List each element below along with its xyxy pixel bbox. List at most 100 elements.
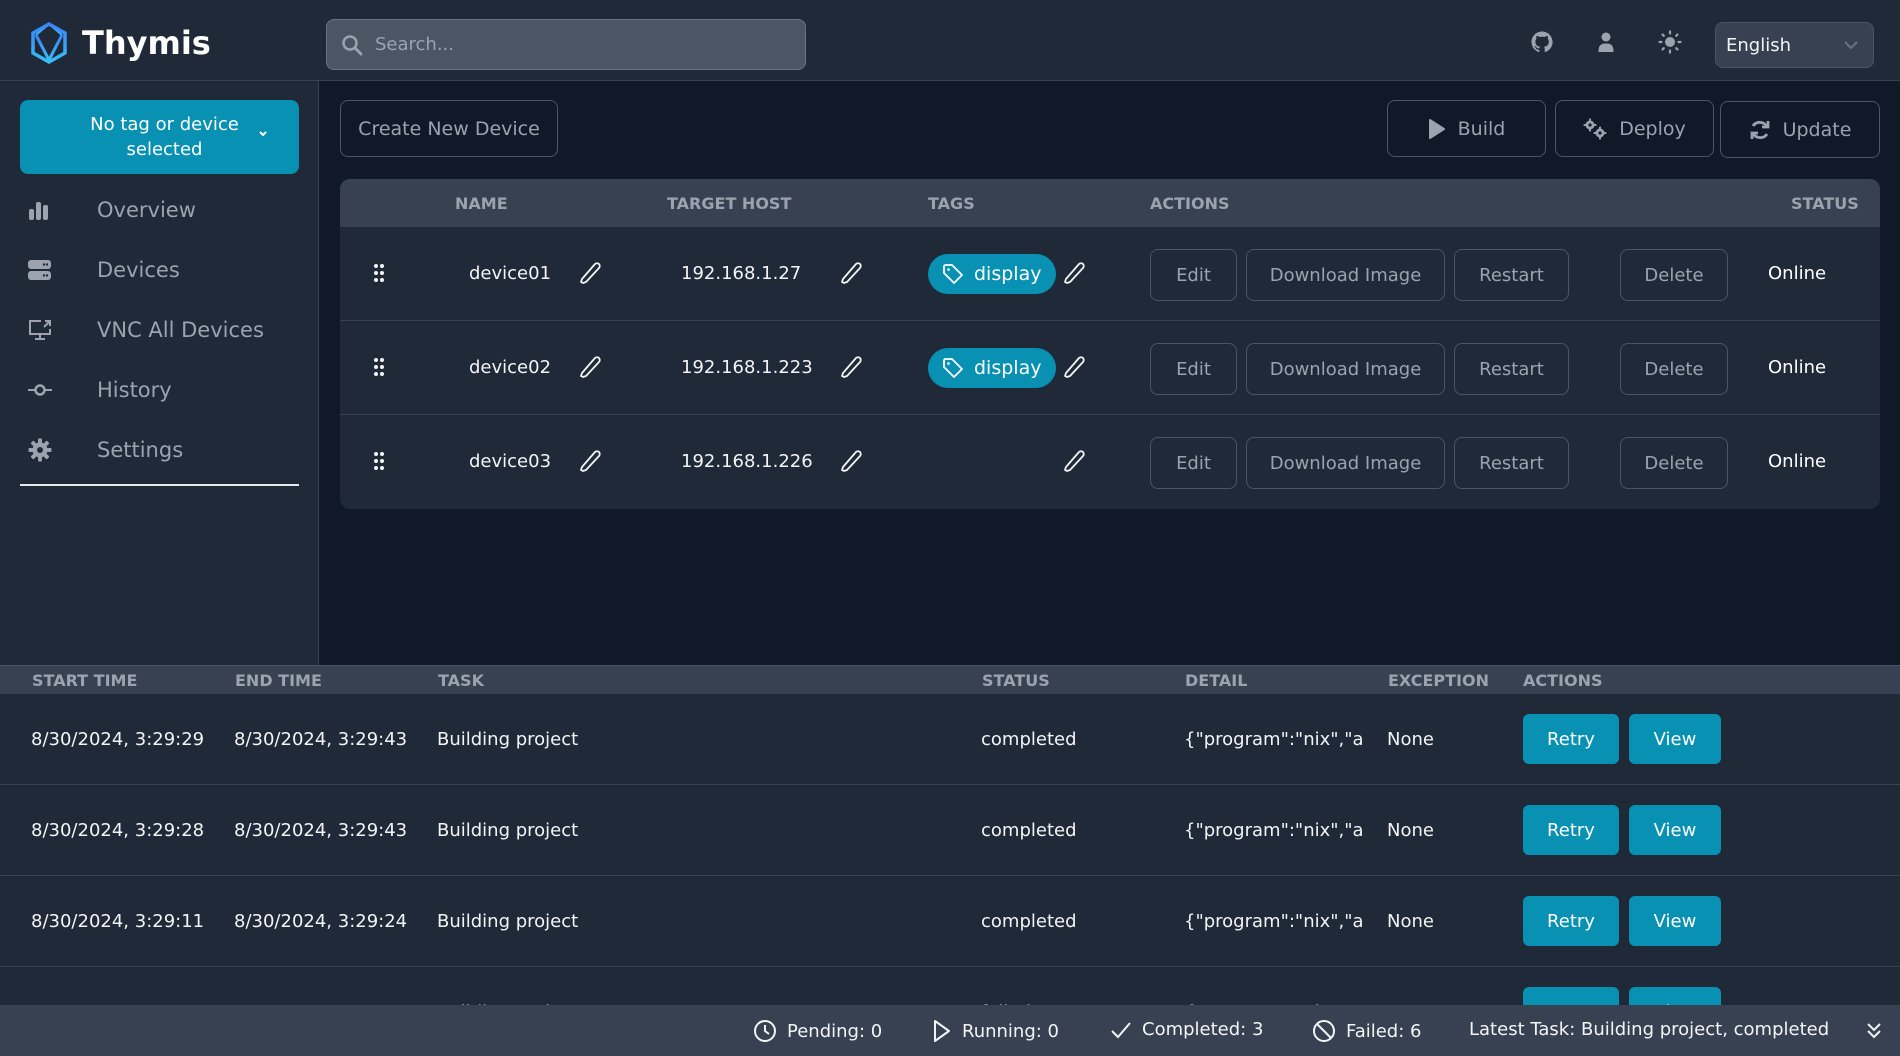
task-end-time: 8/30/2024, 3:29:43 xyxy=(234,729,408,750)
edit-button[interactable]: Edit xyxy=(1150,437,1237,489)
device-row: device03 192.168.1.226 Edit Download Ima… xyxy=(340,415,1880,509)
ban-icon xyxy=(1313,1020,1335,1042)
edit-name-pencil-icon[interactable] xyxy=(578,261,602,290)
create-device-label: Create New Device xyxy=(358,117,540,140)
view-button[interactable]: View xyxy=(1629,714,1721,764)
download-image-button[interactable]: Download Image xyxy=(1246,249,1445,301)
deploy-button[interactable]: Deploy xyxy=(1555,100,1714,157)
column-header-target-host: TARGET HOST xyxy=(667,194,792,213)
task-exception: None xyxy=(1387,820,1434,841)
tag-badge[interactable]: display xyxy=(928,254,1056,294)
clock-icon xyxy=(754,1020,776,1042)
sidebar-item-label: Devices xyxy=(97,258,180,282)
edit-button[interactable]: Edit xyxy=(1150,249,1237,301)
sidebar-divider xyxy=(20,484,299,486)
tag-device-selector[interactable]: No tag or device selected xyxy=(20,100,299,174)
column-header-detail: DETAIL xyxy=(1185,671,1248,690)
screen-share-icon xyxy=(28,318,70,342)
failed-count: Failed: 6 xyxy=(1312,1019,1421,1043)
column-header-tags: TAGS xyxy=(928,194,975,213)
restart-button[interactable]: Restart xyxy=(1454,437,1569,489)
sidebar-item-overview[interactable]: Overview xyxy=(20,186,299,234)
edit-tags-pencil-icon[interactable] xyxy=(1062,261,1086,290)
view-button[interactable]: View xyxy=(1629,805,1721,855)
restart-button[interactable]: Restart xyxy=(1454,249,1569,301)
task-name: Building project xyxy=(437,729,579,750)
device-row: device01 192.168.1.27 display Edit Downl… xyxy=(340,227,1880,321)
chevron-down-icon xyxy=(1844,41,1858,50)
delete-button[interactable]: Delete xyxy=(1620,437,1728,489)
device-name: device02 xyxy=(469,357,552,378)
download-image-button[interactable]: Download Image xyxy=(1246,343,1445,395)
download-image-button[interactable]: Download Image xyxy=(1246,437,1445,489)
sidebar-item-devices[interactable]: Devices xyxy=(20,246,299,294)
edit-host-pencil-icon[interactable] xyxy=(839,449,863,478)
device-name: device03 xyxy=(469,451,552,472)
theme-toggle-button[interactable] xyxy=(1658,30,1682,54)
device-target-host: 192.168.1.223 xyxy=(681,357,813,378)
edit-button[interactable]: Edit xyxy=(1150,343,1237,395)
play-outline-icon xyxy=(934,1020,950,1042)
search-input[interactable] xyxy=(375,34,775,55)
build-button[interactable]: Build xyxy=(1387,100,1546,157)
sidebar-item-vnc-all-devices[interactable]: VNC All Devices xyxy=(20,306,299,354)
task-row: 8/30/2024, 3:29:29 8/30/2024, 3:29:43 Bu… xyxy=(0,694,1900,785)
edit-host-pencil-icon[interactable] xyxy=(839,355,863,384)
retry-button[interactable]: Retry xyxy=(1523,987,1619,1005)
drag-handle-icon[interactable] xyxy=(373,357,385,382)
view-button[interactable]: View xyxy=(1629,896,1721,946)
task-end-time: 8/30/2024, 3:29:43 xyxy=(234,820,408,841)
chart-bar-icon xyxy=(28,198,70,222)
deploy-label: Deploy xyxy=(1619,117,1686,140)
search-box[interactable] xyxy=(326,19,806,70)
restart-button[interactable]: Restart xyxy=(1454,343,1569,395)
edit-tags-pencil-icon[interactable] xyxy=(1062,449,1086,478)
retry-button[interactable]: Retry xyxy=(1523,805,1619,855)
language-select[interactable]: English xyxy=(1715,22,1874,68)
task-panel: START TIME END TIME TASK STATUS DETAIL E… xyxy=(0,665,1900,1005)
build-label: Build xyxy=(1457,117,1506,140)
view-button[interactable]: View xyxy=(1629,987,1721,1005)
retry-button[interactable]: Retry xyxy=(1523,896,1619,946)
task-end-time: 8/30/2024, 3:29:24 xyxy=(234,911,408,932)
task-exception: None xyxy=(1387,729,1434,750)
edit-tags-pencil-icon[interactable] xyxy=(1062,355,1086,384)
edit-name-pencil-icon[interactable] xyxy=(578,355,602,384)
collapse-panel-button[interactable] xyxy=(1866,1021,1882,1041)
app-title: Thymis xyxy=(82,24,211,62)
update-button[interactable]: Update xyxy=(1720,101,1880,158)
pending-label: Pending: 0 xyxy=(787,1020,883,1042)
drag-handle-icon[interactable] xyxy=(373,451,385,476)
task-name: Building project xyxy=(437,820,579,841)
device-target-host: 192.168.1.226 xyxy=(681,451,813,472)
completed-count: Completed: 3 xyxy=(1110,1019,1263,1040)
column-header-start-time: START TIME xyxy=(32,671,138,690)
logo[interactable]: Thymis xyxy=(30,22,211,64)
task-detail: {"program":"nix","a xyxy=(1184,820,1364,841)
edit-name-pencil-icon[interactable] xyxy=(578,449,602,478)
update-label: Update xyxy=(1782,118,1852,141)
github-button[interactable] xyxy=(1530,30,1554,54)
user-button[interactable] xyxy=(1594,30,1618,54)
delete-button[interactable]: Delete xyxy=(1620,343,1728,395)
create-device-button[interactable]: Create New Device xyxy=(340,100,558,157)
task-detail: {"program":"nix","a xyxy=(1184,729,1364,750)
task-rows: 8/30/2024, 3:29:29 8/30/2024, 3:29:43 Bu… xyxy=(0,694,1900,1005)
sidebar-item-label: History xyxy=(97,378,172,402)
completed-label: Completed: 3 xyxy=(1142,1019,1264,1040)
tag-icon xyxy=(942,263,964,285)
column-header-status: STATUS xyxy=(982,671,1050,690)
retry-button[interactable]: Retry xyxy=(1523,714,1619,764)
device-row: device02 192.168.1.223 display Edit Down… xyxy=(340,321,1880,415)
sidebar: No tag or device selected Overview Devic… xyxy=(0,81,319,665)
task-name: Building project xyxy=(437,911,579,932)
sidebar-item-history[interactable]: History xyxy=(20,366,299,414)
edit-host-pencil-icon[interactable] xyxy=(839,261,863,290)
delete-button[interactable]: Delete xyxy=(1620,249,1728,301)
sidebar-item-settings[interactable]: Settings xyxy=(20,426,299,474)
tag-badge[interactable]: display xyxy=(928,348,1056,388)
thymis-logo-icon xyxy=(31,22,67,64)
drag-handle-icon[interactable] xyxy=(373,263,385,288)
device-status: Online xyxy=(1768,263,1827,284)
pending-count: Pending: 0 xyxy=(753,1019,882,1043)
